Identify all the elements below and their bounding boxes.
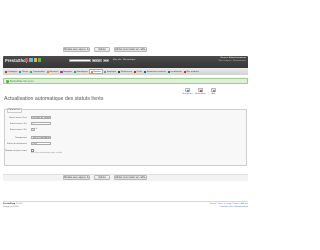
menu-tab[interactable]: Transport: [60, 69, 73, 74]
help-icon: [211, 88, 216, 93]
orders-icon[interactable]: [25, 58, 29, 62]
save-icon: [185, 88, 190, 93]
form-row-source-status-3: Statut source (3e) 1 ➜: [5, 128, 246, 132]
footer-doc-link[interactable]: Consultez notre documentation: [220, 206, 248, 208]
menu-tab[interactable]: Outils: [133, 69, 143, 74]
save-and-stay-button[interactable]: Valider puis rester sur cette page: [114, 47, 147, 52]
quick-access-icon[interactable]: [38, 58, 42, 62]
form-row-days: Nombre de jours avant Mise à jour automa…: [5, 149, 246, 157]
settings-fieldset: Paramètres Statut source (1er) En cours …: [4, 108, 247, 166]
menu-tab[interactable]: Préférences: [117, 69, 132, 74]
quick-access-icons: [25, 58, 42, 62]
form-row-carrier: Transporteur Tous les transporteurs: [5, 136, 246, 140]
form-label: Statut source (3e): [9, 128, 27, 131]
menu-tab[interactable]: Employés: [103, 69, 116, 74]
page-title: Actualisation automatique des statuts li…: [4, 96, 104, 102]
form-row-destination-status: Statut de destination Livré: [5, 142, 246, 146]
menu-tab[interactable]: Catalogue: [4, 69, 18, 74]
user-box: Bonjour Administrateur Mon compte | Déco…: [218, 57, 246, 62]
form-label: Statut de destination: [7, 142, 27, 145]
destination-status-select[interactable]: Livré: [31, 142, 51, 146]
form-row-source-status-2: Statut source (2e) --: [5, 122, 246, 126]
my-account-link[interactable]: Mon compte: [219, 60, 231, 62]
user-name: Administrateur: [228, 57, 246, 60]
days-checkbox[interactable]: [31, 149, 34, 152]
my-site-link[interactable]: Mon site: [113, 59, 121, 61]
menu-tab[interactable]: Paramètres avancés: [143, 69, 166, 74]
source-status-1-select[interactable]: En cours de livraison: [31, 116, 51, 120]
menu-tab-label: Employés: [106, 70, 117, 73]
my-shop-link[interactable]: Ma boutique: [123, 59, 135, 61]
main-menu: Catalogue Clients Commandes Paiement Transpo…: [3, 68, 248, 75]
arrow-right-icon: ➜: [35, 127, 38, 131]
menu-tab[interactable]: Paiement: [46, 69, 59, 74]
search-input[interactable]: [69, 58, 91, 63]
bottom-save-and-stay-button[interactable]: Valider puis rester sur cette page: [114, 175, 147, 180]
toolbar-help-button[interactable]: Aide: [208, 88, 219, 95]
page-toolbar: Enregistrer Réinitialiser Aide: [182, 88, 219, 95]
form-label: Transporteur: [14, 136, 27, 139]
menu-tab[interactable]: Localisation: [167, 69, 182, 74]
form-hint: Mise à jour automatique après ce délai: [31, 152, 63, 154]
form-label: Statut source (1er): [9, 116, 27, 119]
footer-left: PrestaShop 1.5.6.2 Chargé en 0.22s: [3, 203, 23, 208]
toolbar-help-label: Aide: [211, 92, 216, 95]
source-status-3-input[interactable]: 1: [31, 128, 35, 132]
search-scope-select[interactable]: Catalogue: [92, 58, 104, 63]
form-row-source-status-1: Statut source (1er) En cours de livraiso…: [5, 116, 246, 120]
greeting: Bonjour: [220, 57, 229, 60]
toolbar-save-button[interactable]: Enregistrer: [182, 88, 193, 95]
menu-tab-label: Catalogue: [7, 70, 18, 73]
footer-right: Contact | Suivre les bugs | Forum | Add-…: [209, 203, 248, 208]
menu-tab[interactable]: Statistiques: [73, 69, 88, 74]
menu-tab[interactable]: Clients: [18, 69, 29, 74]
bottom-preview-button[interactable]: Modèle avec aperçu du rendu: [63, 175, 90, 180]
menu-tab-label: Clients: [21, 70, 29, 73]
menu-tab[interactable]: Mes modules: [183, 69, 200, 74]
check-icon: ✓: [5, 79, 9, 83]
toolbar-reset-button[interactable]: Réinitialiser: [195, 88, 206, 95]
success-message: Paramètres mis à jour: [9, 79, 34, 83]
search-button[interactable]: OK: [103, 58, 109, 63]
menu-tab-label: Localisation: [170, 70, 182, 73]
menu-tab[interactable]: Modules: [88, 69, 104, 75]
menu-tab-label: Paiement: [49, 70, 59, 73]
fieldset-legend: Paramètres: [6, 108, 23, 114]
menu-tab-label: Statistiques: [76, 70, 88, 73]
bottom-save-button[interactable]: Valider: [94, 175, 110, 180]
menu-tab-label: Commandes: [32, 70, 45, 73]
carrier-select[interactable]: Tous les transporteurs: [31, 136, 51, 140]
reset-icon: [198, 88, 203, 93]
menu-tab-label: Préférences: [120, 70, 132, 73]
menu-tab-label: Modules: [93, 70, 102, 73]
preview-button[interactable]: Modèle avec aperçu du rendu: [63, 47, 90, 52]
menu-tab-label: Mes modules: [186, 70, 199, 73]
footer-load-time: Chargé en 0.22s: [3, 205, 19, 208]
admin-header: PrestaShop Catalogue OK Mon site Ma bout…: [3, 56, 248, 75]
success-alert: ✓ Paramètres mis à jour: [3, 78, 248, 85]
source-status-2-select[interactable]: --: [31, 122, 51, 126]
menu-tab-label: Outils: [136, 70, 143, 73]
customers-icon[interactable]: [29, 58, 33, 62]
footer: PrestaShop 1.5.6.2 Chargé en 0.22s Conta…: [3, 201, 248, 211]
save-button[interactable]: Valider: [94, 47, 110, 52]
menu-tab[interactable]: Commandes: [29, 69, 45, 74]
toolbar-save-label: Enregistrer: [182, 92, 193, 95]
menu-tab-label: Paramètres avancés: [146, 70, 166, 73]
messages-icon[interactable]: [33, 58, 37, 62]
form-label: Nombre de jours avant: [5, 149, 27, 152]
logout-link[interactable]: Déconnexion: [233, 60, 246, 62]
toolbar-reset-label: Réinitialiser: [195, 92, 206, 95]
form-label: Statut source (2e): [9, 122, 27, 125]
menu-tab-label: Transport: [63, 70, 72, 73]
